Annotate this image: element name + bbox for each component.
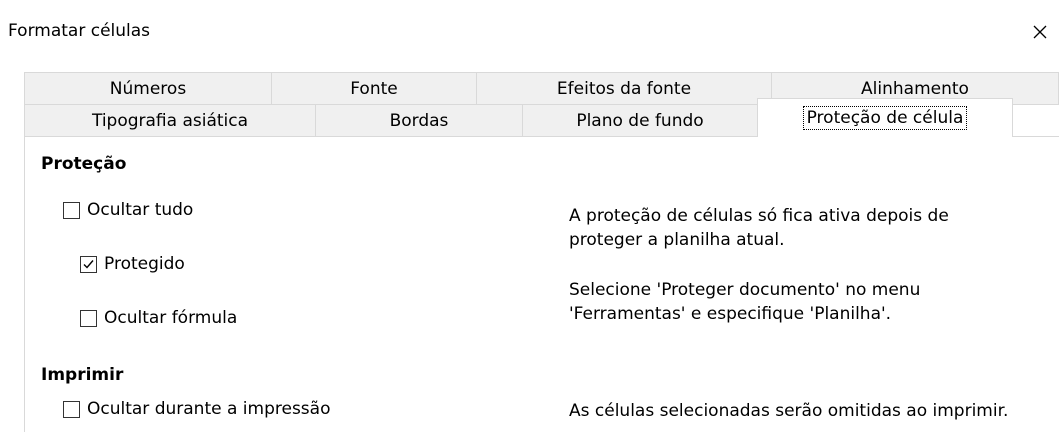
checkmark-icon bbox=[83, 259, 94, 269]
tab-asian-typography[interactable]: Tipografia asiática bbox=[24, 104, 316, 137]
tab-label: Bordas bbox=[389, 110, 449, 131]
tab-label: Números bbox=[109, 78, 187, 99]
tab-label: Efeitos da fonte bbox=[556, 78, 692, 99]
checkbox-box bbox=[80, 255, 97, 273]
checkbox-box bbox=[63, 201, 80, 219]
hide-all-checkbox[interactable]: Ocultar tudo bbox=[63, 200, 193, 220]
hide-formula-checkbox[interactable]: Ocultar fórmula bbox=[80, 308, 237, 328]
protection-heading: Proteção bbox=[41, 154, 127, 174]
tab-cell-protection[interactable]: Proteção de célula bbox=[757, 98, 1013, 137]
close-button[interactable] bbox=[1024, 16, 1056, 48]
tab-label: Tipografia asiática bbox=[91, 110, 249, 131]
info-line: proteger a planilha atual. bbox=[569, 230, 785, 250]
protected-label: Protegido bbox=[104, 254, 185, 274]
dialog-title: Formatar células bbox=[8, 21, 151, 41]
checkbox-box bbox=[63, 400, 80, 418]
title-bar: Formatar células bbox=[0, 0, 1059, 64]
tab-font[interactable]: Fonte bbox=[271, 72, 477, 105]
print-info-text: As células selecionadas serão omitidas a… bbox=[569, 401, 1009, 421]
tab-background[interactable]: Plano de fundo bbox=[522, 104, 758, 137]
info-line: A proteção de células só fica ativa depo… bbox=[569, 206, 949, 226]
print-heading: Imprimir bbox=[41, 365, 124, 385]
protected-checkbox[interactable]: Protegido bbox=[80, 254, 185, 274]
checkbox-box bbox=[80, 309, 97, 327]
tab-numbers[interactable]: Números bbox=[24, 72, 272, 105]
tab-label: Plano de fundo bbox=[576, 110, 704, 131]
tab-borders[interactable]: Bordas bbox=[315, 104, 523, 137]
info-line: 'Ferramentas' e especifique 'Planilha'. bbox=[569, 304, 892, 324]
tab-strip: Números Fonte Efeitos da fonte Alinhamen… bbox=[24, 72, 1059, 137]
hide-all-label: Ocultar tudo bbox=[87, 200, 194, 220]
tab-label: Fonte bbox=[350, 78, 398, 99]
protection-info-text: A proteção de células só fica ativa depo… bbox=[569, 204, 949, 326]
tab-label: Proteção de célula bbox=[802, 106, 968, 130]
hide-when-printing-checkbox[interactable]: Ocultar durante a impressão bbox=[63, 399, 330, 419]
format-cells-dialog: Formatar células Números Fonte Efeitos d… bbox=[0, 0, 1059, 432]
hide-formula-label: Ocultar fórmula bbox=[104, 308, 238, 328]
hide-when-printing-label: Ocultar durante a impressão bbox=[87, 399, 331, 419]
tab-font-effects[interactable]: Efeitos da fonte bbox=[476, 72, 772, 105]
close-icon bbox=[1033, 25, 1047, 39]
info-line: Selecione 'Proteger documento' no menu bbox=[569, 280, 921, 300]
cell-protection-panel: Proteção Ocultar tudo Protegido Ocultar … bbox=[24, 136, 1059, 432]
tab-label: Alinhamento bbox=[861, 78, 969, 99]
